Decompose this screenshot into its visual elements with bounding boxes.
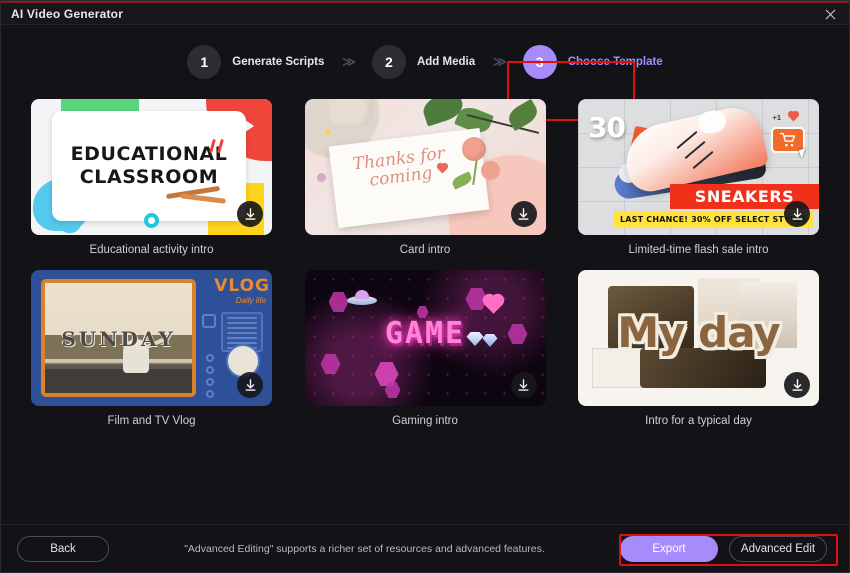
download-icon[interactable]: [237, 201, 263, 227]
step-generate-scripts[interactable]: 1 Generate Scripts: [187, 45, 324, 79]
step-separator-icon-1: ≫: [324, 54, 372, 70]
template-card-card-intro[interactable]: Thanks for coming Card intro: [305, 99, 546, 256]
template-caption: Gaming intro: [305, 415, 546, 427]
ufo-dome-icon: [355, 290, 369, 299]
download-icon[interactable]: [511, 201, 537, 227]
decor-line: [227, 317, 257, 319]
template-card-educational[interactable]: EDUCATIONAL CLASSROOM Educational activi…: [31, 99, 272, 256]
decor-tv-screen: SUNDAY: [41, 279, 196, 397]
template-card-my-day[interactable]: My day Intro for a typical day: [578, 270, 819, 427]
advanced-edit-button[interactable]: Advanced Edit: [729, 536, 827, 562]
template-thumbnail[interactable]: Thanks for coming: [305, 99, 546, 235]
step-label-2: Add Media: [417, 56, 475, 68]
step-separator-icon-2: ≫: [475, 54, 523, 70]
footer-bar: Back "Advanced Editing" supports a riche…: [1, 524, 849, 572]
step-label-3: Choose Template: [568, 56, 663, 68]
template-thumbnail[interactable]: 30 +1 SNEAK: [578, 99, 819, 235]
decor-cyan-ring: [144, 213, 159, 228]
pencil-icon-2: [180, 193, 226, 204]
step-indicator: 1 Generate Scripts ≫ 2 Add Media ≫ 3 Cho…: [1, 25, 849, 99]
decor-line: [227, 332, 257, 334]
thumb-badge-plus-one: +1: [772, 113, 781, 122]
close-icon[interactable]: [817, 4, 843, 24]
step-add-media[interactable]: 2 Add Media: [372, 45, 475, 79]
template-card-film-tv-vlog[interactable]: SUNDAY VLOG Daily life: [31, 270, 272, 427]
decor-dot: [206, 378, 214, 386]
template-card-gaming[interactable]: GAME Gaming intro: [305, 270, 546, 427]
title-bar: AI Video Generator: [1, 1, 849, 25]
decor-dot: [206, 366, 214, 374]
decor-dot-yellow: [325, 129, 331, 135]
thumb-title-line1: SUNDAY: [45, 327, 192, 351]
thumb-title-line2: VLOG: [214, 276, 270, 296]
decor-line: [227, 322, 257, 324]
download-icon[interactable]: [237, 372, 263, 398]
decor-dot: [206, 390, 214, 398]
thumb-title-line1: GAME: [305, 316, 546, 351]
template-thumbnail[interactable]: EDUCATIONAL CLASSROOM: [31, 99, 272, 235]
decor-flower: [462, 137, 486, 161]
template-card-flash-sale[interactable]: 30 +1 SNEAK: [578, 99, 819, 256]
download-icon[interactable]: [784, 201, 810, 227]
footer-hint-text: "Advanced Editing" supports a richer set…: [109, 543, 620, 555]
decor-dot-pink: [317, 173, 326, 182]
decor-tv-button: [202, 314, 216, 328]
template-caption: Intro for a typical day: [578, 415, 819, 427]
decor-dot: [206, 354, 214, 362]
download-icon[interactable]: [784, 372, 810, 398]
window-title: AI Video Generator: [1, 7, 123, 21]
thumb-title-line3: Daily life: [236, 296, 266, 305]
template-gallery: EDUCATIONAL CLASSROOM Educational activi…: [1, 99, 849, 524]
thumb-title-line1: EDUCATIONAL: [71, 143, 228, 166]
thumb-text-panel: EDUCATIONAL CLASSROOM: [52, 111, 246, 221]
template-caption: Card intro: [305, 244, 546, 256]
thumb-title-line2: CLASSROOM: [80, 166, 219, 189]
decor-line: [227, 327, 257, 329]
thumb-banner-text: SNEAKERS: [695, 187, 794, 206]
decor-tv-dots: [206, 354, 214, 398]
cursor-icon: [799, 148, 808, 159]
ai-video-generator-window: AI Video Generator 1 Generate Scripts ≫ …: [0, 0, 850, 573]
template-caption: Film and TV Vlog: [31, 415, 272, 427]
thumb-discount-number: 30: [588, 111, 625, 144]
decor-gravel: [45, 369, 192, 393]
step-number-3: 3: [523, 45, 557, 79]
template-caption: Educational activity intro: [31, 244, 272, 256]
step-label-1: Generate Scripts: [232, 56, 324, 68]
decor-pot: [329, 99, 373, 127]
template-caption: Limited-time flash sale intro: [578, 244, 819, 256]
template-thumbnail[interactable]: GAME: [305, 270, 546, 406]
template-thumbnail[interactable]: My day: [578, 270, 819, 406]
template-thumbnail[interactable]: SUNDAY VLOG Daily life: [31, 270, 272, 406]
heart-icon: [789, 112, 799, 122]
thumb-title-line1: My day: [578, 308, 819, 357]
export-button[interactable]: Export: [620, 536, 718, 562]
decor-flower-2: [481, 161, 500, 180]
download-icon[interactable]: [511, 372, 537, 398]
back-button[interactable]: Back: [17, 536, 109, 562]
thumb-subbanner-text: LAST CHANCE! 30% OFF SELECT STYLES: [620, 215, 807, 224]
step-number-1: 1: [187, 45, 221, 79]
step-choose-template[interactable]: 3 Choose Template: [523, 45, 663, 79]
decor-line: [227, 337, 257, 339]
step-number-2: 2: [372, 45, 406, 79]
